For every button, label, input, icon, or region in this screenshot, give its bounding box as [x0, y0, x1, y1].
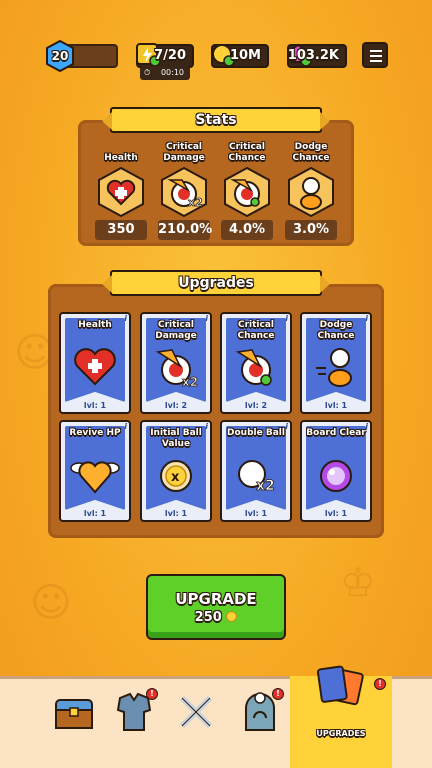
- card-level: lvl: 2: [164, 401, 188, 410]
- stats-title: Stats: [102, 107, 330, 133]
- card-level: lvl: 1: [83, 509, 107, 518]
- card-level: lvl: 2: [244, 401, 268, 410]
- svg-text:x2: x2: [256, 478, 275, 494]
- card-name: Board Clear: [306, 428, 366, 438]
- clock-icon: ⏱: [144, 68, 151, 77]
- stat-value: 3.0%: [285, 220, 337, 240]
- upgrade-card-board-clear[interactable]: i Board Clear lvl: 1: [300, 420, 372, 522]
- nav-battle[interactable]: [166, 684, 226, 744]
- background-decoration: ♔: [340, 560, 376, 606]
- critical-chance-icon: [235, 349, 272, 386]
- winged-heart-icon: [70, 461, 120, 494]
- energy-timer: ⏱ 00:10: [140, 66, 190, 80]
- card-name: Revive HP: [69, 428, 121, 438]
- stat-health: Health 350: [92, 136, 150, 240]
- nav-equipment[interactable]: !: [104, 684, 164, 744]
- card-level: lvl: 1: [244, 509, 268, 518]
- dodge-icon: [316, 348, 352, 387]
- card-name: Dodge Chance: [317, 320, 355, 341]
- level-badge[interactable]: 20: [44, 39, 76, 73]
- coins-counter[interactable]: 10M: [211, 44, 269, 68]
- coin-icon: [226, 611, 238, 622]
- menu-button[interactable]: [362, 42, 388, 68]
- chest-icon: [55, 699, 93, 729]
- stat-label: Critical Damage: [163, 142, 205, 163]
- gems-counter[interactable]: 103.2K: [287, 43, 347, 68]
- stat-critical-chance: Critical Chance 4.0%: [218, 136, 276, 240]
- background-decoration: ☺: [30, 580, 72, 626]
- card-level: lvl: 1: [324, 401, 348, 410]
- dodge-icon: [285, 166, 337, 218]
- upgrade-button[interactable]: UPGRADE 250: [146, 574, 286, 640]
- coins-value: 10M: [229, 48, 261, 63]
- stat-dodge-chance: Dodge Chance 3.0%: [282, 136, 340, 240]
- card-name: Double Ball: [227, 428, 285, 438]
- upgrade-button-label: UPGRADE: [175, 590, 257, 608]
- nav-upgrades[interactable]: ! UPGRADES: [290, 665, 392, 768]
- heart-icon: [95, 166, 147, 218]
- stat-value: 4.0%: [221, 220, 273, 240]
- crossed-swords-icon: [179, 695, 213, 729]
- cards-icon: [316, 665, 364, 706]
- notification-badge: !: [272, 688, 284, 700]
- top-bar: 20 7/20 ⏱ 00:10 10M 103.2K: [0, 39, 432, 80]
- coin-x-icon: x: [160, 460, 192, 492]
- svg-text:x2: x2: [188, 196, 203, 209]
- double-ball-icon: x2: [238, 460, 275, 494]
- critical-damage-icon: x2: [155, 349, 198, 388]
- upgrade-card-double-ball[interactable]: i Double Ball x2 lvl: 1: [220, 420, 292, 522]
- card-name: Initial Ball Value: [150, 428, 202, 449]
- upgrades-title: Upgrades: [102, 270, 330, 296]
- energy-counter[interactable]: 7/20: [136, 43, 194, 68]
- card-name: Health: [78, 320, 112, 330]
- energy-value: 7/20: [154, 48, 186, 63]
- stat-label: Health: [104, 153, 138, 163]
- nav-graveyard[interactable]: !: [230, 684, 290, 744]
- stat-label: Critical Chance: [228, 142, 266, 163]
- upgrade-card-health[interactable]: i Health lvl: 1: [59, 312, 131, 414]
- upgrade-card-critical-chance[interactable]: i Critical Chance lvl: 2: [220, 312, 292, 414]
- gems-value: 103.2K: [287, 48, 339, 63]
- critical-chance-icon: [221, 166, 273, 218]
- notification-badge: !: [374, 678, 386, 690]
- card-name: Critical Chance: [237, 320, 275, 341]
- card-level: lvl: 1: [324, 509, 348, 518]
- upgrade-card-revive-hp[interactable]: i Revive HP lvl: 1: [59, 420, 131, 522]
- svg-text:x2: x2: [182, 375, 198, 388]
- critical-damage-icon: x2: [158, 166, 210, 218]
- upgrade-card-critical-damage[interactable]: i Critical Damage x2 lvl: 2: [140, 312, 212, 414]
- stat-value: 210.0%: [158, 220, 212, 240]
- card-name: Critical Damage: [155, 320, 197, 341]
- stat-value: 350: [95, 220, 147, 240]
- upgrade-card-initial-ball-value[interactable]: i Initial Ball Value x lvl: 1: [140, 420, 212, 522]
- orb-icon: [320, 460, 352, 492]
- stat-label: Dodge Chance: [292, 142, 330, 163]
- energy-timer-value: 00:10: [160, 68, 184, 77]
- level-value: 20: [51, 49, 69, 63]
- nav-shop[interactable]: [44, 684, 104, 744]
- card-level: lvl: 1: [164, 509, 188, 518]
- heart-icon: [74, 348, 116, 386]
- svg-text:x: x: [171, 470, 180, 485]
- stat-critical-damage: Critical Damage x2 210.0%: [155, 136, 213, 240]
- card-level: lvl: 1: [83, 401, 107, 410]
- nav-upgrades-label: UPGRADES: [316, 729, 366, 738]
- upgrade-cost: 250: [194, 610, 222, 625]
- upgrade-card-dodge-chance[interactable]: i Dodge Chance lvl: 1: [300, 312, 372, 414]
- notification-badge: !: [146, 688, 158, 700]
